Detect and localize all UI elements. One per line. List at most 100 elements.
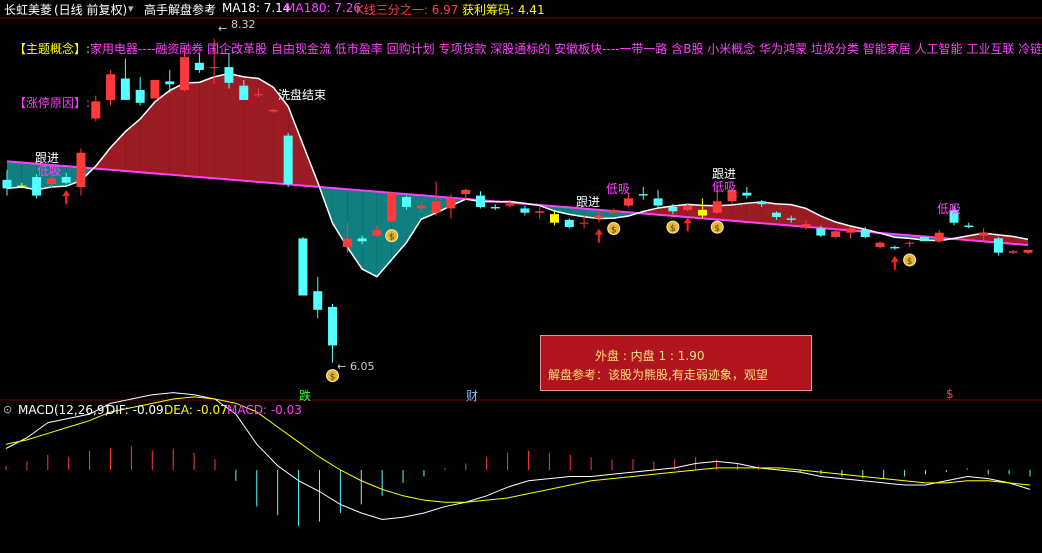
candle-body — [564, 219, 574, 227]
indicator-name[interactable]: 高手解盘参考 — [144, 1, 216, 18]
candle-body — [801, 224, 811, 227]
high-label: 8.32 — [231, 18, 256, 31]
dif-value: DIF: -0.09 — [106, 403, 164, 417]
candle-body — [875, 242, 885, 247]
candle-body — [860, 229, 870, 237]
candle-body — [757, 201, 767, 205]
candle-body — [476, 195, 486, 207]
period-label[interactable]: (日线 前复权) — [54, 1, 127, 18]
candle-body — [831, 231, 841, 237]
candle-body — [91, 101, 101, 119]
settings-icon[interactable]: ⊙ — [3, 403, 12, 416]
analysis-text: 解盘参考：该股为熊股,有走弱迹象，观望 — [548, 368, 768, 382]
candle-body — [328, 306, 338, 346]
candle-body — [594, 215, 604, 219]
candle-body — [683, 205, 693, 210]
candle-body — [416, 205, 426, 209]
candle-body — [1008, 251, 1018, 253]
candle-body — [964, 225, 974, 227]
candle-body — [890, 246, 900, 249]
ma-cloud-segment — [154, 90, 170, 175]
ma-cloud-segment — [184, 82, 200, 178]
candle-body — [180, 57, 190, 90]
candle-body — [46, 178, 56, 185]
ma-cloud-segment — [169, 83, 185, 176]
kline-third-value: K线三分之一: 6.97 — [356, 3, 459, 17]
candle-body — [845, 228, 855, 233]
candle-body — [61, 177, 71, 183]
candle-body — [712, 201, 722, 213]
macd-value: MACD: -0.03 — [227, 403, 302, 417]
concept-text: 家用电器----融资融券 国企改革股 自由现金流 低市盈率 回购计划 专项贷款 … — [90, 42, 1042, 56]
candle-body — [505, 204, 515, 206]
candle-body — [387, 192, 397, 222]
candle-body — [431, 201, 441, 213]
follow-label: 跟进 — [576, 195, 601, 209]
buy-arrow-icon — [594, 228, 603, 235]
candle-body — [298, 238, 308, 296]
candle-body — [638, 194, 648, 196]
buy-arrow-icon — [890, 255, 899, 262]
low-label: 6.05 — [350, 360, 375, 373]
candle-body — [135, 89, 145, 103]
candle-body — [905, 242, 915, 244]
candle-body — [490, 206, 500, 209]
concept-label: 【主题概念】: — [14, 42, 91, 56]
analysis-infobox: 外盘 : 内盘 1 : 1.90 解盘参考：该股为熊股,有走弱迹象，观望 — [540, 335, 812, 391]
ma-cloud-segment — [732, 203, 747, 222]
ma-cloud — [7, 73, 1028, 277]
candle-body — [446, 198, 456, 209]
candle-body — [120, 78, 130, 100]
candle-body — [919, 236, 929, 242]
ma180-value: MA180: 7.26 — [285, 1, 362, 15]
chevron-down-icon[interactable]: ▾ — [128, 2, 134, 15]
chart-header: 长虹美菱 (日线 前复权) ▾ 高手解盘参考 MA18: 7.14 MA180:… — [0, 0, 1042, 17]
candle-body — [2, 179, 12, 189]
money-bag-glyph: $ — [670, 224, 676, 234]
candle-body — [461, 189, 471, 195]
buy-low-label: 低吸 — [937, 202, 962, 216]
candle-body — [150, 79, 160, 99]
candle-body — [697, 209, 707, 216]
money-bag-glyph: $ — [389, 233, 395, 243]
candle-body — [979, 232, 989, 236]
candle-body — [106, 74, 116, 100]
candle-body — [224, 67, 234, 83]
candle-body — [357, 238, 367, 242]
buy-arrow-icon — [62, 190, 71, 197]
dea-value: DEA: -0.07 — [164, 403, 228, 417]
candle-body — [786, 218, 796, 220]
macd-title[interactable]: MACD(12,26,9) — [18, 403, 109, 417]
candle-body — [1023, 249, 1033, 253]
candle-body — [254, 94, 264, 96]
candle-body — [372, 229, 382, 236]
candle-body — [520, 208, 530, 213]
candle-body — [32, 177, 42, 196]
candle-body — [816, 228, 826, 236]
candle-body — [313, 291, 323, 310]
candle-body — [17, 185, 27, 187]
ma-cloud-segment — [140, 101, 155, 174]
candle-body — [402, 197, 412, 207]
candle-body — [194, 62, 204, 70]
event-dollar-marker[interactable]: $ — [946, 387, 954, 401]
ma-cloud-segment — [332, 188, 348, 248]
event-cai-marker[interactable]: 财 — [466, 387, 478, 404]
kline-chart-canvas: $ $ $ $ $ $ — [0, 17, 1042, 526]
candle-body — [579, 222, 589, 224]
candle-body — [209, 67, 219, 69]
candle-body — [623, 198, 633, 206]
money-bag-glyph: $ — [907, 257, 913, 267]
candle-body — [771, 212, 781, 217]
ma-cloud-segment — [125, 118, 141, 173]
candle-body — [76, 152, 86, 188]
candle-body — [668, 206, 678, 212]
limit-reason-label: 【涨停原因】: — [14, 96, 91, 110]
stock-name[interactable]: 长虹美菱 — [4, 1, 52, 18]
money-bag-glyph: $ — [714, 224, 720, 234]
ma-cloud-segment — [258, 78, 274, 184]
candle-body — [609, 209, 619, 213]
event-die-marker[interactable]: 跌 — [299, 387, 311, 404]
ma-cloud-segment — [199, 76, 215, 179]
ma-cloud-segment — [746, 202, 762, 224]
